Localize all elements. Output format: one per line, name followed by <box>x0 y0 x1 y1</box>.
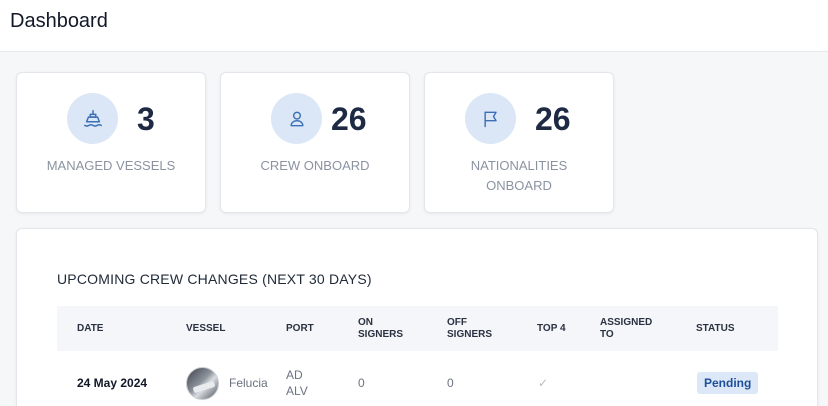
nationalities-onboard-label: NATIONALITIES ONBOARD <box>470 158 568 193</box>
row-date: 24 May 2024 <box>77 376 148 390</box>
managed-vessels-card[interactable]: 3 MANAGED VESSELS <box>16 72 206 213</box>
row-status: Pending <box>697 351 777 406</box>
column-header-on-signers[interactable]: ON SIGNERS <box>358 306 418 351</box>
nationalities-onboard-count: 26 <box>535 101 571 137</box>
vessel-avatar <box>186 366 219 400</box>
managed-vessels-count: 3 <box>137 101 155 137</box>
row-assigned-to <box>600 351 660 406</box>
row-vessel[interactable]: Felucia <box>186 351 286 406</box>
check-icon: ✓ <box>538 376 549 390</box>
table-header: DATE VESSEL PORT ON SIGNERS OFF SIGNERS … <box>57 306 778 351</box>
page-title: Dashboard <box>10 10 108 32</box>
row-off-signers: 0 <box>447 376 454 390</box>
column-header-off-signers[interactable]: OFF SIGNERS <box>447 306 507 351</box>
column-header-top-4[interactable]: TOP 4 <box>537 306 571 351</box>
column-header-date[interactable]: DATE <box>77 306 157 351</box>
table-row[interactable]: 24 May 2024 Felucia AD ALV 0 0 ✓ Pending <box>57 351 778 406</box>
top-bar: Dashboard <box>0 0 828 52</box>
row-top-4: ✓ <box>538 351 568 406</box>
column-header-status[interactable]: STATUS <box>696 306 756 351</box>
row-port: AD ALV <box>286 368 308 398</box>
crew-onboard-count: 26 <box>331 101 367 137</box>
column-header-vessel[interactable]: VESSEL <box>186 306 266 351</box>
column-header-assigned-to[interactable]: ASSIGNED TO <box>600 306 660 351</box>
column-header-port[interactable]: PORT <box>286 306 346 351</box>
panel-title: UPCOMING CREW CHANGES (NEXT 30 DAYS) <box>57 271 372 287</box>
managed-vessels-label: MANAGED VESSELS <box>46 158 176 173</box>
status-badge[interactable]: Pending <box>697 372 759 394</box>
user-icon <box>271 93 322 144</box>
flag-icon <box>465 93 516 144</box>
nationalities-onboard-card[interactable]: 26 NATIONALITIES ONBOARD <box>424 72 614 213</box>
ship-icon <box>67 93 118 144</box>
vessel-name: Felucia <box>229 376 268 390</box>
crew-onboard-card[interactable]: 26 CREW ONBOARD <box>220 72 410 213</box>
row-on-signers: 0 <box>358 376 365 390</box>
upcoming-crew-changes-panel: UPCOMING CREW CHANGES (NEXT 30 DAYS) DAT… <box>16 228 818 406</box>
crew-onboard-label: CREW ONBOARD <box>260 158 370 173</box>
